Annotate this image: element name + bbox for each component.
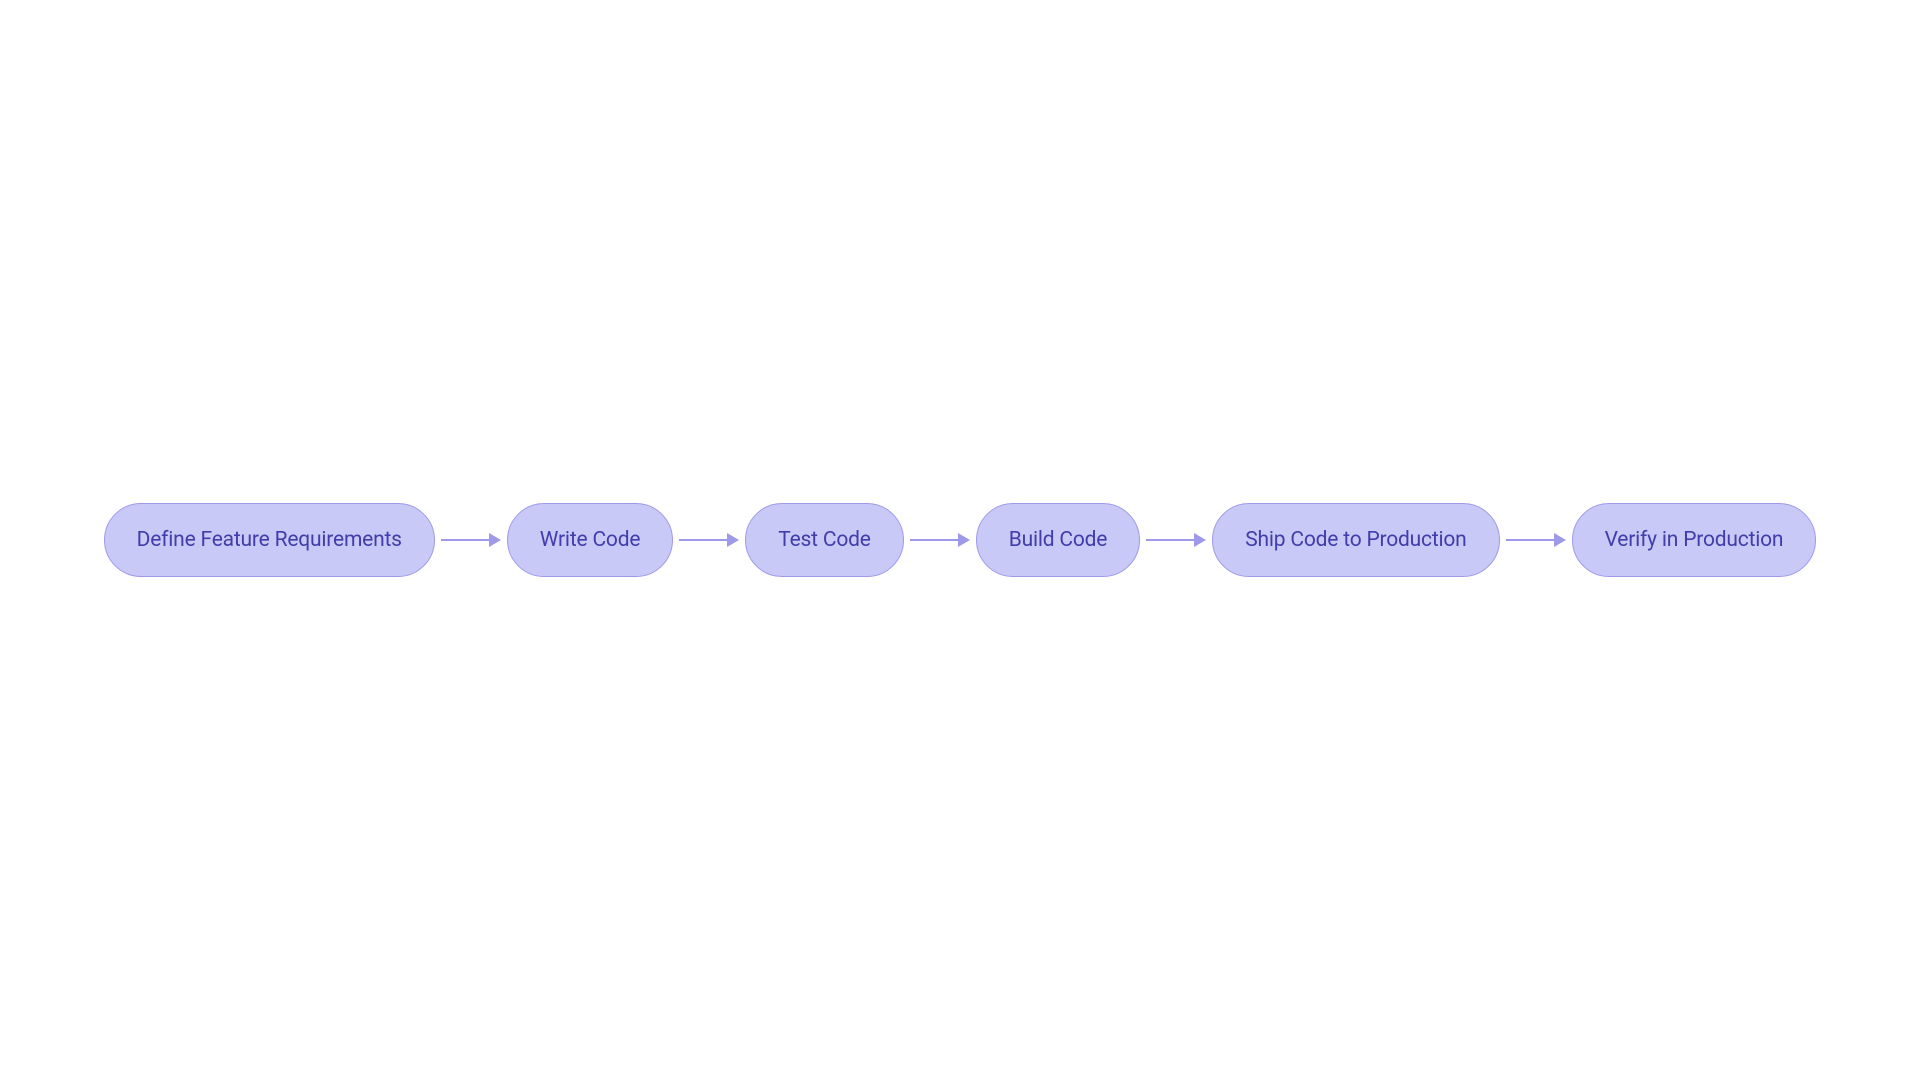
flow-node-verify: Verify in Production [1572, 503, 1817, 577]
arrow-icon [441, 533, 501, 547]
arrow-icon [1506, 533, 1566, 547]
flow-node-test: Test Code [745, 503, 903, 577]
flow-node-ship: Ship Code to Production [1212, 503, 1499, 577]
flow-node-define: Define Feature Requirements [104, 503, 435, 577]
flow-node-write: Write Code [507, 503, 673, 577]
arrow-icon [910, 533, 970, 547]
flow-diagram: Define Feature Requirements Write Code T… [94, 503, 1827, 577]
flow-node-build: Build Code [976, 503, 1141, 577]
arrow-icon [679, 533, 739, 547]
arrow-icon [1146, 533, 1206, 547]
